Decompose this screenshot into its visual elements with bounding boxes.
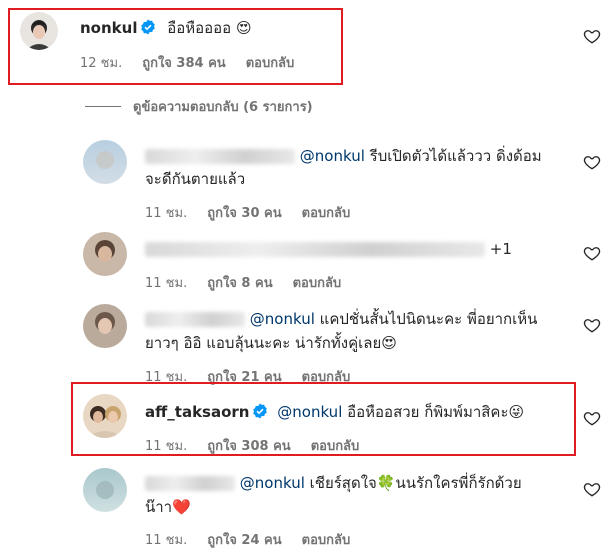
blurred-username xyxy=(145,242,485,257)
timestamp: 11 ชม. xyxy=(145,533,188,548)
avatar[interactable] xyxy=(83,232,127,276)
reply-button[interactable]: ตอบกลับ xyxy=(293,272,342,293)
comment-text-line2: ยาวๆ อิอิ แอบลุ้นนะคะ น่ารักทั้งคู่เลย😍 xyxy=(145,334,397,352)
like-heart-icon[interactable] xyxy=(583,244,601,262)
divider xyxy=(85,106,121,107)
like-heart-icon[interactable] xyxy=(583,153,601,171)
highlight-box xyxy=(71,382,576,456)
avatar[interactable] xyxy=(83,468,127,512)
like-count[interactable]: ถูกใจ 24 คน xyxy=(207,529,281,550)
view-replies-label[interactable]: ดูข้อความตอบกลับ (6 รายการ) xyxy=(133,96,313,117)
comment-meta: 11 ชม. ถูกใจ 8 คน ตอบกลับ xyxy=(145,272,341,293)
comment-text: +1 xyxy=(489,240,512,258)
comment-meta: 11 ชม. ถูกใจ 30 คน ตอบกลับ xyxy=(145,202,350,223)
reply-item: @nonkul รีบเปิดตัวได้แล้ววว ดิ่งด้อม จะด… xyxy=(0,130,611,223)
view-replies-toggle[interactable]: ดูข้อความตอบกลับ (6 รายการ) xyxy=(85,96,313,117)
like-heart-icon[interactable] xyxy=(583,27,601,45)
like-count[interactable]: ถูกใจ 8 คน xyxy=(207,272,272,293)
mention-link[interactable]: @nonkul xyxy=(300,147,365,165)
timestamp: 11 ชม. xyxy=(145,276,188,291)
comment-meta: 11 ชม. ถูกใจ 24 คน ตอบกลับ xyxy=(145,529,350,550)
comment-text-line2: น๊าา❤️ xyxy=(145,498,191,516)
comment-text: แคปชั่นสั้นไปนิดนะคะ พี่อยากเห็น xyxy=(319,310,538,328)
reply-item: @nonkul เชียร์สุดใจ🍀นนรักใครพี่ก็รักด้วย… xyxy=(0,460,611,552)
like-heart-icon[interactable] xyxy=(583,316,601,334)
reply-item: @nonkul แคปชั่นสั้นไปนิดนะคะ พี่อยากเห็น… xyxy=(0,296,611,386)
mention-link[interactable]: @nonkul xyxy=(240,474,305,492)
blurred-username xyxy=(145,312,245,327)
comment-text: เชียร์สุดใจ🍀นนรักใครพี่ก็รักด้วย xyxy=(309,474,522,492)
avatar[interactable] xyxy=(83,304,127,348)
like-count[interactable]: ถูกใจ 30 คน xyxy=(207,202,281,223)
like-heart-icon[interactable] xyxy=(583,480,601,498)
blurred-username xyxy=(145,476,235,491)
highlight-box xyxy=(8,8,343,85)
reply-item: +1 11 ชม. ถูกใจ 8 คน ตอบกลับ xyxy=(0,222,611,292)
reply-button[interactable]: ตอบกลับ xyxy=(302,529,351,550)
comment-text-line2: จะดีกันตายแล้ว xyxy=(145,170,246,188)
reply-button[interactable]: ตอบกลับ xyxy=(302,202,351,223)
like-heart-icon[interactable] xyxy=(583,409,601,427)
comment-text: รีบเปิดตัวได้แล้ววว ดิ่งด้อม xyxy=(369,147,542,165)
avatar[interactable] xyxy=(83,140,127,184)
mention-link[interactable]: @nonkul xyxy=(250,310,315,328)
blurred-username xyxy=(145,149,295,164)
timestamp: 11 ชม. xyxy=(145,206,188,221)
